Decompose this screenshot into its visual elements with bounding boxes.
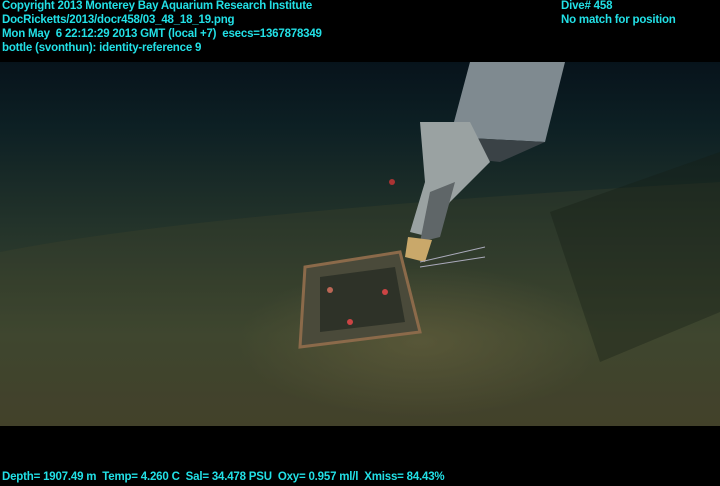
datetime-text: Mon May 6 22:12:29 2013 GMT (local +7) e… [2,28,322,40]
rov-arm-and-crate [0,62,720,426]
video-frame: Copyright 2013 Monterey Bay Aquarium Res… [0,0,720,486]
file-path-text: DocRicketts/2013/docr458/03_48_18_19.png [2,14,235,26]
annotation-text: bottle (svonthun): identity-reference 9 [2,42,202,54]
dive-number-text: Dive# 458 [561,0,613,12]
seafloor-scene [0,62,720,426]
copyright-text: Copyright 2013 Monterey Bay Aquarium Res… [2,0,313,12]
sensor-readout-text: Depth= 1907.49 m Temp= 4.260 C Sal= 34.4… [2,471,445,483]
position-text: No match for position [561,14,676,26]
